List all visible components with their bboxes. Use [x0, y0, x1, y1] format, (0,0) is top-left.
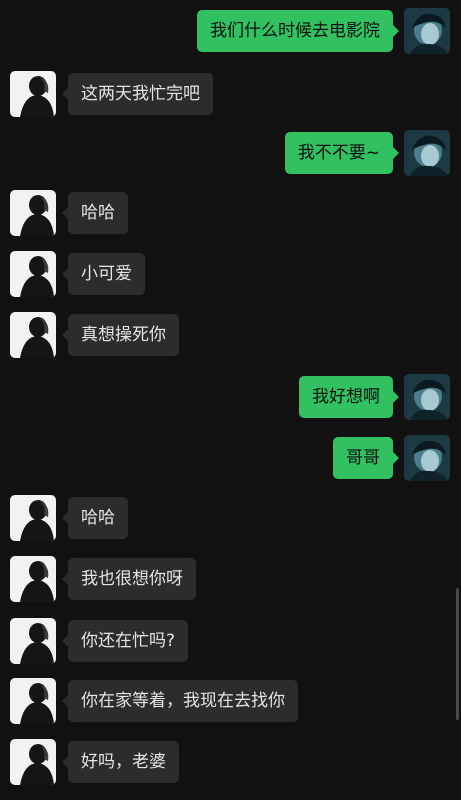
dark-portrait-avatar-icon — [10, 678, 56, 724]
dark-portrait-avatar-icon — [10, 556, 56, 602]
chat-message-received: 你还在忙吗? — [0, 617, 461, 665]
teal-portrait-avatar-icon — [404, 8, 450, 54]
chat-message-received: 这两天我忙完吧 — [0, 70, 461, 118]
chat-message-sent: 哥哥 — [0, 434, 461, 482]
contact-avatar[interactable] — [10, 556, 56, 602]
contact-avatar[interactable] — [10, 495, 56, 541]
my-avatar[interactable] — [404, 8, 450, 54]
chat-message-received: 哈哈 — [0, 189, 461, 237]
chat-scrollbar[interactable] — [456, 588, 459, 720]
chat-message-received: 好吗，老婆 — [0, 738, 461, 786]
sent-message-bubble[interactable]: 我不不要~ — [284, 132, 400, 174]
my-avatar[interactable] — [404, 435, 450, 481]
received-message-bubble[interactable]: 好吗，老婆 — [62, 741, 179, 783]
dark-portrait-avatar-icon — [10, 190, 56, 236]
sent-message-bubble[interactable]: 我好想啊 — [299, 376, 399, 418]
dark-portrait-avatar-icon — [10, 312, 56, 358]
dark-portrait-avatar-icon — [10, 71, 56, 117]
contact-avatar[interactable] — [10, 190, 56, 236]
chat-message-received: 真想操死你 — [0, 311, 461, 359]
dark-portrait-avatar-icon — [10, 251, 56, 297]
chat-message-received: 哈哈 — [0, 494, 461, 542]
my-avatar[interactable] — [404, 130, 450, 176]
chat-message-received: 小可爱 — [0, 250, 461, 298]
chat-message-received: 我也很想你呀 — [0, 555, 461, 603]
contact-avatar[interactable] — [10, 678, 56, 724]
dark-portrait-avatar-icon — [10, 739, 56, 785]
teal-portrait-avatar-icon — [404, 374, 450, 420]
received-message-bubble[interactable]: 我也很想你呀 — [62, 558, 196, 600]
dark-portrait-avatar-icon — [10, 618, 56, 664]
chat-message-sent: 我不不要~ — [0, 129, 461, 177]
chat-message-sent: 我好想啊 — [0, 373, 461, 421]
contact-avatar[interactable] — [10, 739, 56, 785]
contact-avatar[interactable] — [10, 251, 56, 297]
received-message-bubble[interactable]: 小可爱 — [62, 253, 145, 295]
sent-message-bubble[interactable]: 我们什么时候去电影院 — [197, 10, 399, 52]
contact-avatar[interactable] — [10, 618, 56, 664]
received-message-bubble[interactable]: 哈哈 — [62, 497, 128, 539]
chat-message-list[interactable]: 我们什么时候去电影院 这两天我忙完吧 我不不要~ 哈哈 小可爱 真想操死你 我好… — [0, 0, 461, 800]
teal-portrait-avatar-icon — [404, 130, 450, 176]
received-message-bubble[interactable]: 真想操死你 — [62, 314, 179, 356]
my-avatar[interactable] — [404, 374, 450, 420]
chat-message-received: 你在家等着，我现在去找你 — [0, 677, 461, 725]
received-message-bubble[interactable]: 这两天我忙完吧 — [62, 73, 213, 115]
received-message-bubble[interactable]: 哈哈 — [62, 192, 128, 234]
sent-message-bubble[interactable]: 哥哥 — [333, 437, 399, 479]
teal-portrait-avatar-icon — [404, 435, 450, 481]
chat-message-sent: 我们什么时候去电影院 — [0, 7, 461, 55]
contact-avatar[interactable] — [10, 71, 56, 117]
contact-avatar[interactable] — [10, 312, 56, 358]
dark-portrait-avatar-icon — [10, 495, 56, 541]
received-message-bubble[interactable]: 你还在忙吗? — [61, 620, 189, 662]
received-message-bubble[interactable]: 你在家等着，我现在去找你 — [62, 680, 298, 722]
